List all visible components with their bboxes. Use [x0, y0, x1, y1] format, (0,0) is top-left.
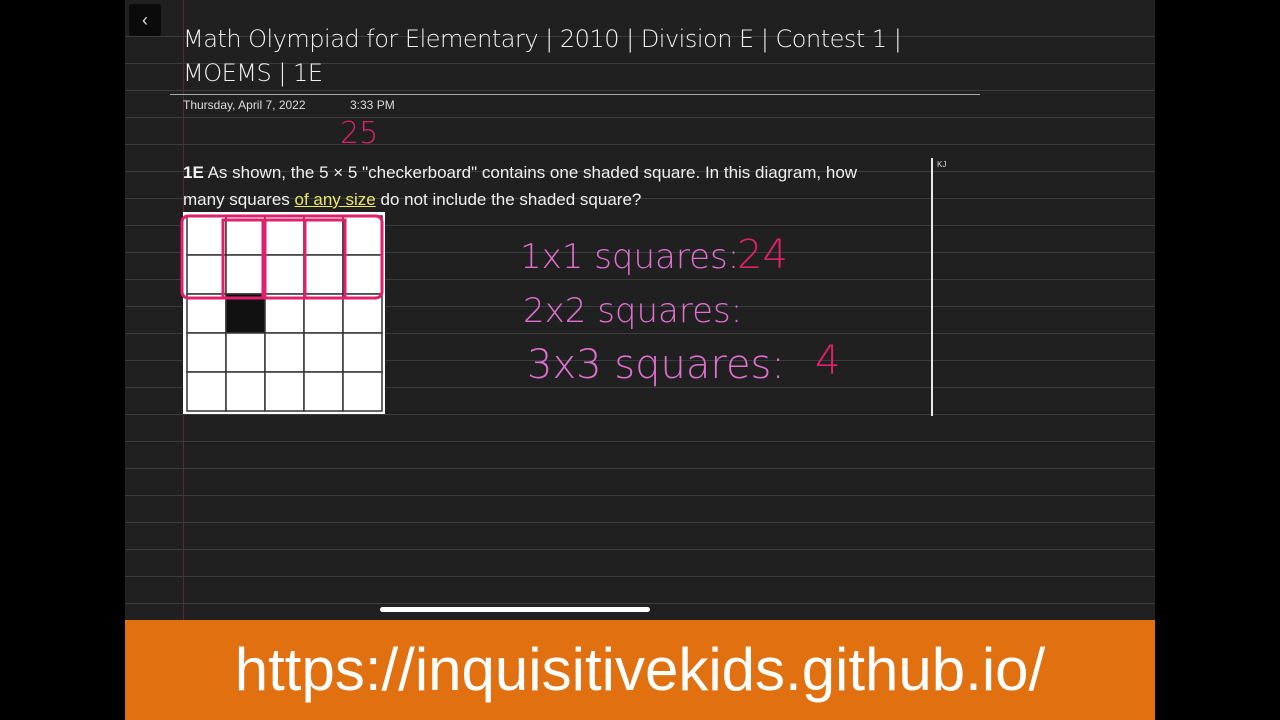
handwriting-layer: 25 1x1 squares: 24 2x2 squares: 3x3 squa… — [180, 116, 840, 388]
line3-value: 4 — [815, 338, 840, 384]
highlight-rectangles — [180, 214, 384, 300]
line2-label: 2x2 squares: — [523, 291, 742, 331]
line1-label: 1x1 squares: — [520, 237, 739, 277]
home-indicator[interactable] — [380, 607, 650, 612]
notebook-page: ‹ Math Olympiad for Elementary | 2010 | … — [125, 0, 1155, 620]
handwritten-total: 25 — [340, 116, 378, 151]
line1-value: 24 — [737, 232, 788, 278]
url-banner: https://inquisitivekids.github.io/ — [125, 620, 1155, 720]
line3-label: 3x3 squares: — [527, 342, 785, 388]
